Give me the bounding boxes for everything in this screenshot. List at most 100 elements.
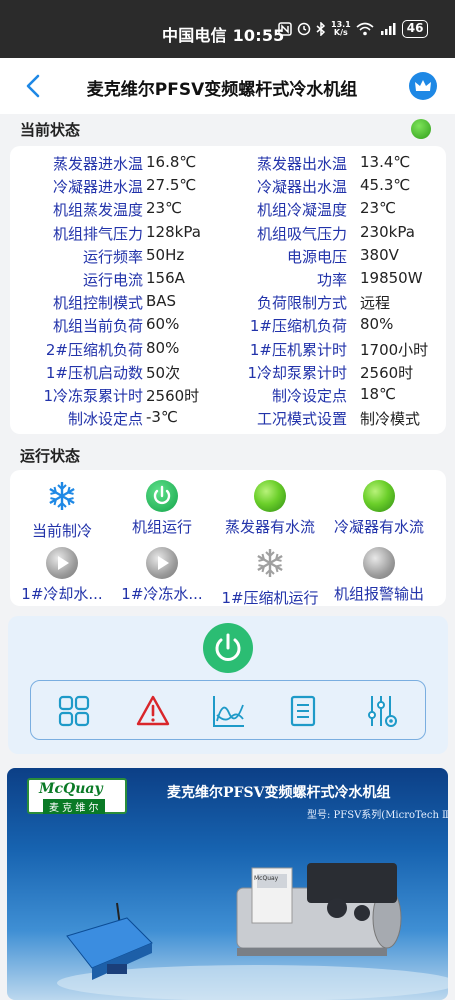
param-row: 1冷冻泵累计时 2560时 制冷设定点 18℃ [10, 385, 446, 408]
param-value: 23℃ [360, 199, 396, 218]
green-ball-icon [363, 480, 395, 512]
power-green-icon [146, 480, 178, 512]
status-icons: 13.1 K/s 46 [278, 20, 429, 38]
run-status-item: 机组报警输出 [324, 547, 434, 604]
param-value: 远程 [360, 294, 391, 313]
current-status-card: 蒸发器进水温 16.8℃ 蒸发器出水温 13.4℃ 冷凝器进水温 27.5℃ 冷凝器出水温 4… [10, 146, 446, 434]
param-value: 60% [146, 315, 180, 334]
param-label: 1#压缩机负荷 [249, 317, 347, 336]
param-label: 机组当前负荷 [52, 317, 143, 336]
param-row: 冷凝器进水温 27.5℃ 冷凝器出水温 45.3℃ [10, 176, 446, 199]
back-chevron-icon[interactable] [22, 72, 46, 100]
run-status-item: 蒸发器有水流 [210, 480, 330, 537]
param-label: 机组蒸发温度 [52, 201, 143, 220]
document-icon[interactable] [285, 693, 321, 729]
product-banner[interactable]: McQuay 麦 克 维 尔 麦克维尔PFSV变频螺杆式冷水机组 型号: PFS… [7, 768, 448, 1000]
app-header: 麦克维尔PFSV变频螺杆式冷水机组 [0, 58, 455, 114]
param-label: 2#压缩机负荷 [45, 340, 143, 359]
run-status-label: 1#压缩机运行 [221, 589, 319, 607]
param-value: 128kPa [146, 222, 201, 241]
param-row: 运行电流 156A 功率 19850W [10, 269, 446, 292]
run-status-label: 当前制冷 [31, 522, 92, 540]
param-value: 80% [146, 338, 180, 357]
chart-icon[interactable] [211, 693, 247, 729]
param-label: 冷凝器出水温 [256, 178, 347, 197]
param-value: BAS [146, 292, 177, 311]
param-label: 机组冷凝温度 [256, 201, 347, 220]
bluetooth-icon [316, 22, 326, 36]
run-status-item: 1#冷却水... [18, 547, 106, 604]
param-label: 运行电流 [82, 271, 143, 289]
run-status-item: 1#压缩机运行 [210, 547, 330, 608]
param-label: 工况模式设置 [256, 410, 347, 429]
run-status-item: 冷凝器有水流 [324, 480, 434, 537]
param-label: 机组排气压力 [52, 224, 143, 243]
run-status-label: 机组运行 [131, 518, 192, 536]
param-value: 制冷模式 [360, 410, 421, 429]
online-status-indicator [411, 119, 431, 139]
run-status-card: 当前制冷 机组运行 蒸发器有水流 冷凝器有水流 1#冷却水... 1#冷冻水... 1#压缩… [10, 470, 446, 608]
param-row: 机组排气压力 128kPa 机组吸气压力 230kPa [10, 223, 446, 246]
param-value: 380V [360, 245, 399, 264]
nfc-icon [278, 22, 292, 36]
run-status-item: 1#冷冻水... [118, 547, 206, 604]
power-icon [215, 633, 241, 661]
param-value: 2560时 [146, 387, 200, 405]
param-label: 功率 [316, 271, 347, 289]
green-ball-icon [254, 480, 286, 512]
param-value: 13.4℃ [360, 153, 411, 171]
param-label: 机组吸气压力 [256, 224, 347, 243]
run-status-label: 机组报警输出 [333, 585, 424, 603]
run-status-label: 蒸发器有水流 [224, 518, 315, 536]
warning-icon[interactable] [135, 693, 171, 729]
param-label: 制冰设定点 [67, 410, 143, 429]
run-status-label: 冷凝器有水流 [333, 518, 424, 536]
param-value: -3℃ [146, 408, 178, 427]
current-status-heading: 当前状态 [20, 121, 81, 139]
param-value: 230kPa [360, 222, 415, 241]
param-label: 机组控制模式 [52, 294, 143, 313]
param-row: 2#压缩机负荷 80% 1#压机累计时 1700小时 [10, 339, 446, 362]
param-value: 1700小时 [360, 340, 429, 359]
param-value: 23℃ [146, 199, 182, 218]
svg-text:McQuay: McQuay [254, 875, 279, 882]
run-status-label: 1#冷冻水... [121, 585, 203, 603]
param-value: 2560时 [360, 363, 414, 382]
param-label: 蒸发器进水温 [52, 155, 143, 173]
param-row: 1#压机启动数 50次 1冷却泵累计时 2560时 [10, 362, 446, 385]
net-speed: 13.1 K/s [331, 20, 351, 37]
param-row: 机组控制模式 BAS 负荷限制方式 远程 [10, 292, 446, 315]
run-status-label: 1#冷却水... [21, 585, 103, 603]
param-value: 27.5℃ [146, 176, 197, 195]
param-label: 1#压机启动数 [45, 363, 143, 382]
gray-ball-icon [363, 547, 395, 579]
status-bar: 中国电信 10:55 13.1 K/s 46 [0, 0, 455, 58]
power-button[interactable] [203, 623, 253, 673]
param-label: 冷凝器进水温 [52, 178, 143, 197]
grid-icon[interactable] [56, 693, 92, 729]
play-gray-icon [46, 547, 78, 579]
param-label: 1冷却泵累计时 [247, 363, 347, 382]
wifi-icon [356, 22, 374, 36]
param-row: 机组蒸发温度 23℃ 机组冷凝温度 23℃ [10, 199, 446, 222]
param-row: 机组当前负荷 60% 1#压缩机负荷 80% [10, 315, 446, 338]
param-label: 蒸发器出水温 [256, 155, 347, 173]
param-value: 16.8℃ [146, 153, 197, 171]
battery-indicator: 46 [401, 20, 429, 38]
param-label: 1#压机累计时 [249, 340, 347, 359]
param-value: 50次 [146, 363, 181, 382]
alarm-icon [297, 22, 311, 36]
vip-crown-button[interactable] [409, 72, 437, 100]
run-status-item: 机组运行 [118, 480, 206, 537]
param-value: 80% [360, 315, 394, 334]
tool-bar [30, 680, 426, 740]
run-status-heading: 运行状态 [20, 447, 81, 465]
run-status-item: 当前制冷 [18, 480, 106, 541]
sliders-icon[interactable] [364, 693, 400, 729]
param-value: 50Hz [146, 245, 185, 264]
page-title: 麦克维尔PFSV变频螺杆式冷水机组 [86, 80, 358, 100]
param-label: 运行频率 [82, 247, 143, 266]
param-row: 制冰设定点 -3℃ 工况模式设置 制冷模式 [10, 408, 446, 431]
param-value: 19850W [360, 269, 423, 287]
signal-4g-icon [380, 23, 396, 35]
